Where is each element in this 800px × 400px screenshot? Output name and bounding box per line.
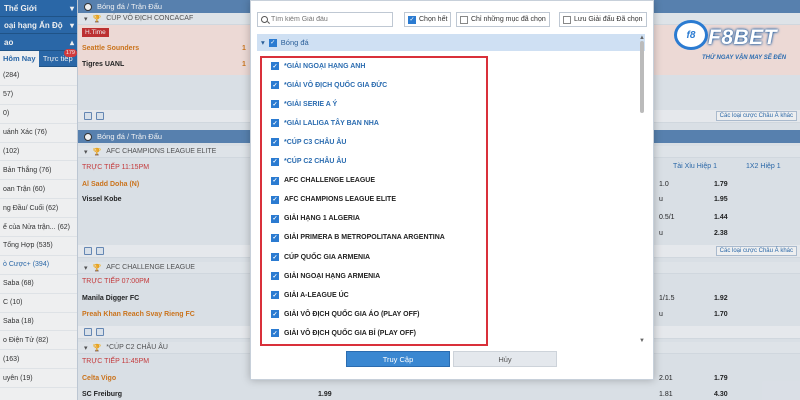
save-selected-option[interactable]: Lưu Giải đấu Đã chọn — [559, 12, 647, 27]
scrollbar-thumb[interactable] — [640, 41, 644, 113]
checkbox-icon[interactable] — [563, 15, 571, 24]
league-filter-dialog: ✓ Chọn hết Chỉ những mục đã chọn Lưu Giả… — [250, 0, 654, 380]
category-label: Bóng đá — [280, 38, 309, 47]
select-all-option[interactable]: ✓ Chọn hết — [404, 12, 452, 27]
checkbox-checked-icon[interactable]: ✓ — [408, 15, 416, 24]
checkbox-icon[interactable] — [460, 15, 468, 24]
only-selected-option[interactable]: Chỉ những mục đã chọn — [456, 12, 550, 27]
category-header[interactable]: ▾ ✓ Bóng đá — [257, 34, 645, 51]
logo-tagline: THỬ NGAY VẬN MAY SẼ ĐẾN — [702, 55, 787, 61]
only-selected-label: Chỉ những mục đã chọn — [471, 16, 546, 23]
select-all-label: Chọn hết — [419, 16, 448, 23]
search-icon — [261, 16, 268, 23]
logo-emblem-icon: f8 — [674, 20, 708, 50]
save-selected-label: Lưu Giải đấu Đã chọn — [574, 16, 643, 23]
chevron-down-icon: ▾ — [261, 38, 265, 47]
brand-logo: f8 F8BET THỬ NGAY VẬN MAY SẼ ĐẾN — [674, 20, 800, 75]
dialog-footer — [251, 347, 653, 371]
logo-text: F8BET — [708, 26, 778, 49]
highlight-box — [260, 56, 488, 346]
search-input[interactable] — [271, 16, 381, 23]
checkbox-checked-icon[interactable]: ✓ — [268, 38, 277, 47]
access-button[interactable]: Truy Cập — [346, 351, 450, 367]
scroll-down-icon[interactable]: ▼ — [639, 338, 645, 344]
cancel-button[interactable]: Hủy — [453, 351, 557, 367]
search-league-field[interactable] — [257, 12, 393, 27]
